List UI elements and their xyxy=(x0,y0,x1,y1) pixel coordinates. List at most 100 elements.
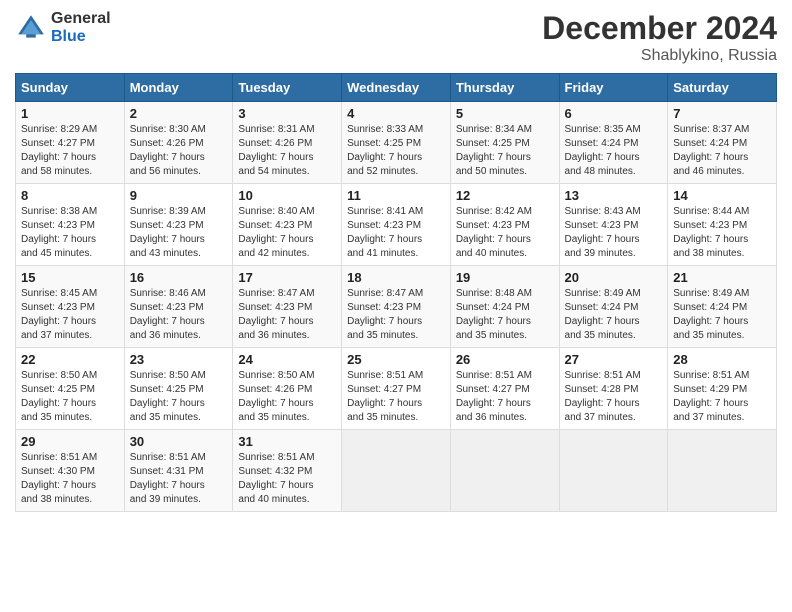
calendar-cell: 9Sunrise: 8:39 AM Sunset: 4:23 PM Daylig… xyxy=(124,184,233,266)
calendar-cell: 8 Sunrise: 8:38 AM Sunset: 4:23 PM Daylig… xyxy=(16,184,125,266)
cell-info: Sunrise: 8:40 AM Sunset: 4:23 PM Dayligh… xyxy=(238,205,336,261)
day-number: 21 xyxy=(673,270,771,285)
calendar-cell: 11 Sunrise: 8:41 AM Sunset: 4:23 PM Dayli… xyxy=(342,184,451,266)
day-number: 5 xyxy=(456,106,554,121)
day-number: 3 xyxy=(238,106,336,121)
cell-info: Sunrise: 8:49 AM Sunset: 4:24 PM Dayligh… xyxy=(673,287,771,343)
day-number: 29 xyxy=(21,434,119,449)
month-title: December 2024 xyxy=(542,10,777,47)
logo-icon xyxy=(15,12,47,44)
calendar-cell: 27 Sunrise: 8:51 AM Sunset: 4:28 PM Dayli… xyxy=(559,348,668,430)
calendar-cell: 21 Sunrise: 8:49 AM Sunset: 4:24 PM Dayli… xyxy=(668,266,777,348)
calendar-cell: 20Sunrise: 8:49 AM Sunset: 4:24 PM Dayli… xyxy=(559,266,668,348)
header: General Blue December 2024 Shablykino, R… xyxy=(15,10,777,65)
cell-info: Sunrise: 8:50 AM Sunset: 4:25 PM Dayligh… xyxy=(21,369,119,425)
calendar-cell: 29Sunrise: 8:51 AM Sunset: 4:30 PM Dayli… xyxy=(16,430,125,512)
day-number: 12 xyxy=(456,188,554,203)
day-number: 22 xyxy=(21,352,119,367)
header-row: SundayMondayTuesdayWednesdayThursdayFrid… xyxy=(16,74,777,102)
calendar-cell xyxy=(450,430,559,512)
calendar-cell: 3Sunrise: 8:31 AM Sunset: 4:26 PM Daylig… xyxy=(233,102,342,184)
calendar-cell: 6Sunrise: 8:35 AM Sunset: 4:24 PM Daylig… xyxy=(559,102,668,184)
cell-info: Sunrise: 8:38 AM Sunset: 4:23 PM Dayligh… xyxy=(21,205,119,261)
day-header-saturday: Saturday xyxy=(668,74,777,102)
day-number: 16 xyxy=(130,270,228,285)
cell-info: Sunrise: 8:50 AM Sunset: 4:26 PM Dayligh… xyxy=(238,369,336,425)
calendar-cell: 2Sunrise: 8:30 AM Sunset: 4:26 PM Daylig… xyxy=(124,102,233,184)
calendar-cell: 13Sunrise: 8:43 AM Sunset: 4:23 PM Dayli… xyxy=(559,184,668,266)
cell-info: Sunrise: 8:44 AM Sunset: 4:23 PM Dayligh… xyxy=(673,205,771,261)
day-number: 31 xyxy=(238,434,336,449)
logo-text: General Blue xyxy=(51,10,111,45)
calendar-cell: 7Sunrise: 8:37 AM Sunset: 4:24 PM Daylig… xyxy=(668,102,777,184)
day-number: 26 xyxy=(456,352,554,367)
calendar-cell: 17 Sunrise: 8:47 AM Sunset: 4:23 PM Dayli… xyxy=(233,266,342,348)
day-header-monday: Monday xyxy=(124,74,233,102)
calendar-cell xyxy=(668,430,777,512)
calendar-cell: 25 Sunrise: 8:51 AM Sunset: 4:27 PM Dayli… xyxy=(342,348,451,430)
week-row-3: 15 Sunrise: 8:45 AM Sunset: 4:23 PM Dayli… xyxy=(16,266,777,348)
week-row-4: 22 Sunrise: 8:50 AM Sunset: 4:25 PM Dayli… xyxy=(16,348,777,430)
cell-info: Sunrise: 8:51 AM Sunset: 4:31 PM Dayligh… xyxy=(130,451,228,507)
day-number: 6 xyxy=(565,106,663,121)
day-number: 14 xyxy=(673,188,771,203)
calendar-cell: 16 Sunrise: 8:46 AM Sunset: 4:23 PM Dayli… xyxy=(124,266,233,348)
day-number: 19 xyxy=(456,270,554,285)
day-number: 8 xyxy=(21,188,119,203)
cell-info: Sunrise: 8:48 AM Sunset: 4:24 PM Dayligh… xyxy=(456,287,554,343)
calendar-cell: 31Sunrise: 8:51 AM Sunset: 4:32 PM Dayli… xyxy=(233,430,342,512)
cell-info: Sunrise: 8:42 AM Sunset: 4:23 PM Dayligh… xyxy=(456,205,554,261)
cell-info: Sunrise: 8:45 AM Sunset: 4:23 PM Dayligh… xyxy=(21,287,119,343)
day-number: 17 xyxy=(238,270,336,285)
day-number: 25 xyxy=(347,352,445,367)
calendar-cell: 26 Sunrise: 8:51 AM Sunset: 4:27 PM Dayli… xyxy=(450,348,559,430)
logo-blue-text: Blue xyxy=(51,28,111,46)
cell-info: Sunrise: 8:46 AM Sunset: 4:23 PM Dayligh… xyxy=(130,287,228,343)
calendar-cell: 23Sunrise: 8:50 AM Sunset: 4:25 PM Dayli… xyxy=(124,348,233,430)
location-title: Shablykino, Russia xyxy=(542,47,777,65)
calendar-cell: 4Sunrise: 8:33 AM Sunset: 4:25 PM Daylig… xyxy=(342,102,451,184)
day-number: 20 xyxy=(565,270,663,285)
calendar-cell: 24 Sunrise: 8:50 AM Sunset: 4:26 PM Dayli… xyxy=(233,348,342,430)
day-number: 27 xyxy=(565,352,663,367)
day-header-thursday: Thursday xyxy=(450,74,559,102)
week-row-5: 29Sunrise: 8:51 AM Sunset: 4:30 PM Dayli… xyxy=(16,430,777,512)
calendar-cell: 30Sunrise: 8:51 AM Sunset: 4:31 PM Dayli… xyxy=(124,430,233,512)
cell-info: Sunrise: 8:51 AM Sunset: 4:27 PM Dayligh… xyxy=(347,369,445,425)
calendar-cell: 19 Sunrise: 8:48 AM Sunset: 4:24 PM Dayli… xyxy=(450,266,559,348)
title-block: December 2024 Shablykino, Russia xyxy=(542,10,777,65)
day-header-wednesday: Wednesday xyxy=(342,74,451,102)
cell-info: Sunrise: 8:39 AM Sunset: 4:23 PM Dayligh… xyxy=(130,205,228,261)
calendar-cell: 15 Sunrise: 8:45 AM Sunset: 4:23 PM Dayli… xyxy=(16,266,125,348)
day-number: 1 xyxy=(21,106,119,121)
logo: General Blue xyxy=(15,10,111,45)
logo-general-text: General xyxy=(51,10,111,28)
calendar-cell: 18 Sunrise: 8:47 AM Sunset: 4:23 PM Dayli… xyxy=(342,266,451,348)
day-header-sunday: Sunday xyxy=(16,74,125,102)
calendar-table: SundayMondayTuesdayWednesdayThursdayFrid… xyxy=(15,73,777,512)
cell-info: Sunrise: 8:51 AM Sunset: 4:27 PM Dayligh… xyxy=(456,369,554,425)
cell-info: Sunrise: 8:43 AM Sunset: 4:23 PM Dayligh… xyxy=(565,205,663,261)
week-row-1: 1 Sunrise: 8:29 AM Sunset: 4:27 PM Daylig… xyxy=(16,102,777,184)
day-number: 18 xyxy=(347,270,445,285)
cell-info: Sunrise: 8:37 AM Sunset: 4:24 PM Dayligh… xyxy=(673,123,771,179)
week-row-2: 8 Sunrise: 8:38 AM Sunset: 4:23 PM Daylig… xyxy=(16,184,777,266)
cell-info: Sunrise: 8:51 AM Sunset: 4:28 PM Dayligh… xyxy=(565,369,663,425)
cell-info: Sunrise: 8:34 AM Sunset: 4:25 PM Dayligh… xyxy=(456,123,554,179)
calendar-cell: 22 Sunrise: 8:50 AM Sunset: 4:25 PM Dayli… xyxy=(16,348,125,430)
cell-info: Sunrise: 8:29 AM Sunset: 4:27 PM Dayligh… xyxy=(21,123,119,179)
day-number: 15 xyxy=(21,270,119,285)
day-number: 23 xyxy=(130,352,228,367)
day-header-tuesday: Tuesday xyxy=(233,74,342,102)
day-number: 11 xyxy=(347,188,445,203)
calendar-cell xyxy=(342,430,451,512)
cell-info: Sunrise: 8:33 AM Sunset: 4:25 PM Dayligh… xyxy=(347,123,445,179)
cell-info: Sunrise: 8:47 AM Sunset: 4:23 PM Dayligh… xyxy=(347,287,445,343)
calendar-cell: 5 Sunrise: 8:34 AM Sunset: 4:25 PM Daylig… xyxy=(450,102,559,184)
main-container: General Blue December 2024 Shablykino, R… xyxy=(0,0,792,612)
cell-info: Sunrise: 8:47 AM Sunset: 4:23 PM Dayligh… xyxy=(238,287,336,343)
calendar-cell: 14 Sunrise: 8:44 AM Sunset: 4:23 PM Dayli… xyxy=(668,184,777,266)
day-number: 24 xyxy=(238,352,336,367)
cell-info: Sunrise: 8:30 AM Sunset: 4:26 PM Dayligh… xyxy=(130,123,228,179)
cell-info: Sunrise: 8:41 AM Sunset: 4:23 PM Dayligh… xyxy=(347,205,445,261)
